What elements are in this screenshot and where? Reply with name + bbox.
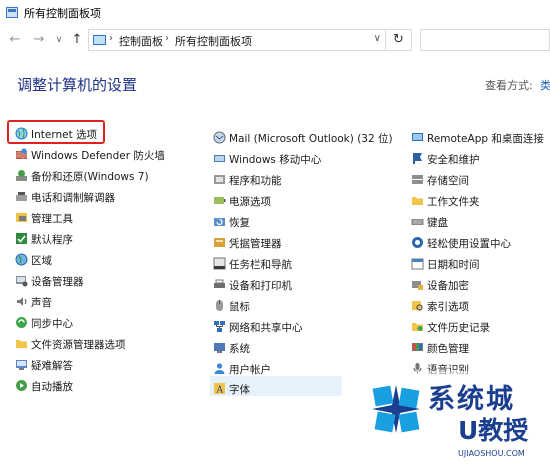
device-encryption-icon [412, 281, 423, 290]
file-history-icon [412, 323, 423, 331]
mail-icon [213, 131, 226, 144]
security-maintenance-icon [413, 153, 422, 164]
remoteapp-icon [412, 133, 423, 141]
breadcrumb-separator-icon[interactable]: › [165, 33, 169, 44]
sync-center-icon [16, 317, 27, 328]
mobility-center-icon [214, 155, 225, 162]
power-options-icon [214, 197, 226, 204]
view-by-label: 查看方式: [485, 79, 533, 92]
keyboard-icon [411, 219, 424, 225]
watermark-text-ujiaoshou: U教授 [458, 416, 529, 445]
network-icon [214, 321, 225, 332]
control-panel-icon [93, 35, 106, 45]
recent-locations-chevron-icon[interactable]: ∨ [50, 31, 68, 49]
sound-icon [17, 297, 27, 306]
address-bar[interactable]: › 控制面板 › 所有控制面板项 ∨ [88, 29, 386, 51]
firewall-icon [16, 148, 27, 159]
navigation-toolbar: ← → ∨ ↑ › 控制面板 › 所有控制面板项 ∨ ↻ [0, 26, 550, 56]
troubleshooting-icon [16, 360, 27, 370]
work-folders-icon [412, 197, 423, 205]
taskbar-icon [213, 257, 226, 270]
default-programs-icon [16, 233, 27, 244]
internet-options-highlight-box [7, 120, 105, 144]
system-icon [214, 343, 225, 353]
ease-of-access-icon [412, 237, 423, 248]
title-bar: 所有控制面板项 [0, 0, 550, 26]
view-by-dropdown[interactable]: 类 [540, 77, 550, 93]
printer-icon [214, 279, 225, 288]
up-arrow-icon[interactable]: ↑ [68, 31, 86, 49]
watermark-url: UJIAOSHOU.COM [458, 449, 525, 458]
watermark-logo: 系统城 U教授 UJIAOSHOU.COM [358, 371, 550, 467]
programs-features-icon [214, 175, 225, 184]
breadcrumb-control-panel[interactable]: 控制面板 [119, 33, 163, 49]
mouse-icon [216, 300, 223, 311]
backup-icon [16, 170, 27, 181]
storage-spaces-icon [412, 175, 423, 184]
window-title: 所有控制面板项 [24, 7, 101, 20]
windows-logo-icon [372, 385, 420, 433]
svg-text:A: A [216, 386, 224, 396]
folder-options-icon [16, 340, 27, 348]
date-time-icon [411, 258, 424, 270]
user-accounts-icon [214, 363, 225, 374]
breadcrumb-all-items[interactable]: 所有控制面板项 [175, 33, 252, 49]
page-heading: 调整计算机的设置 [17, 76, 138, 94]
breadcrumb-separator-icon[interactable]: › [109, 33, 113, 44]
search-input[interactable] [420, 29, 550, 51]
device-manager-icon [16, 276, 28, 287]
region-icon [15, 253, 28, 266]
phone-modem-icon [16, 192, 27, 201]
indexing-icon [412, 301, 423, 311]
back-arrow-icon[interactable]: ← [6, 31, 24, 49]
refresh-button[interactable]: ↻ [386, 29, 412, 51]
autoplay-icon [16, 380, 27, 391]
color-management-icon [412, 343, 423, 351]
admin-tools-icon [16, 213, 27, 222]
forward-arrow-icon[interactable]: → [30, 31, 48, 49]
control-panel-icon [6, 7, 18, 18]
credential-manager-icon [214, 238, 225, 247]
fonts-icon: A [214, 383, 225, 396]
control-panel-content: 调整计算机的设置 查看方式: 类 Internet 选项 Windows Def… [0, 56, 550, 467]
recovery-icon [214, 218, 225, 226]
address-dropdown-icon[interactable]: ∨ [374, 33, 381, 44]
